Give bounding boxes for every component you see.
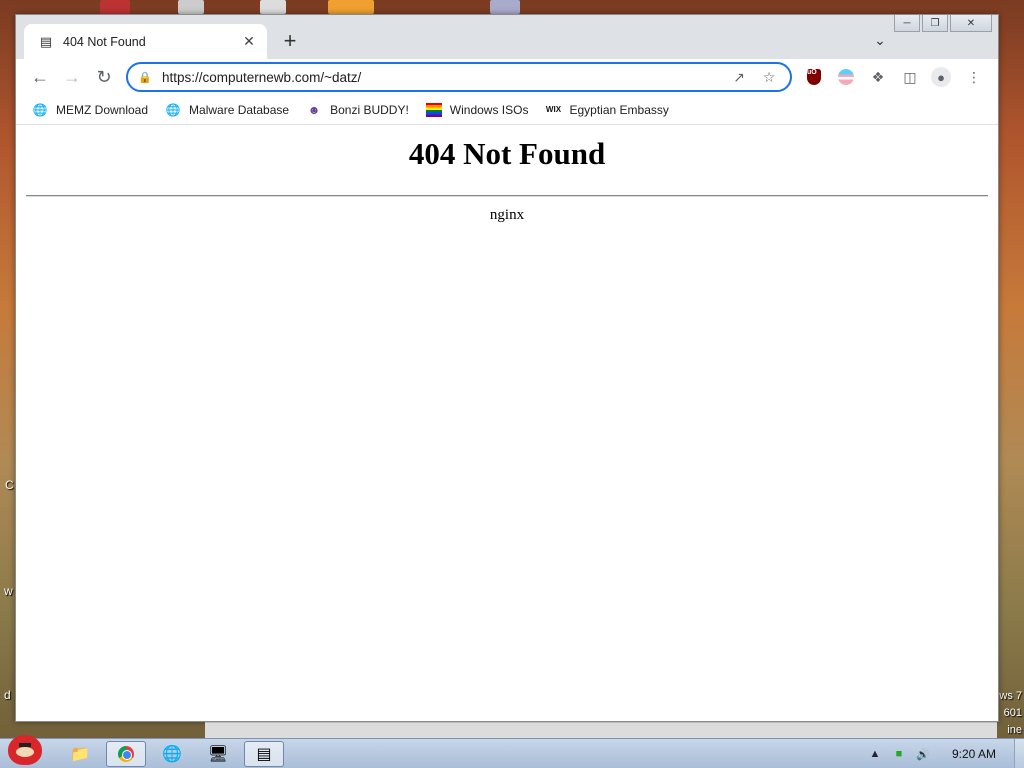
bookmark-label: Egyptian Embassy	[569, 102, 669, 117]
volume-icon[interactable]: 🔊	[914, 748, 932, 761]
url-text[interactable]: https://computernewb.com/~datz/	[162, 70, 720, 85]
clock[interactable]: 9:20 AM	[952, 747, 996, 761]
globe-icon: 🌐	[165, 102, 181, 117]
close-window-button[interactable]: ✕	[950, 15, 992, 32]
window-controls: ─ ❐ ✕	[894, 15, 992, 32]
reload-button[interactable]: ↻	[92, 65, 116, 89]
close-tab-icon[interactable]: ✕	[241, 33, 257, 50]
app-icon[interactable]: ▤	[244, 741, 284, 767]
watermark-line: ws 7	[999, 690, 1022, 702]
taskbar: 📁 🌐 🖥 ▤ ▲ ■ 🔊 9:20 AM	[0, 735, 1024, 768]
profile-icon[interactable]: ●	[931, 67, 951, 87]
desktop-label-fragment: d	[4, 688, 11, 702]
bookmark-label: MEMZ Download	[56, 102, 149, 117]
rainbow-flag-icon	[425, 102, 442, 118]
maximize-button[interactable]: ❐	[922, 15, 948, 32]
bookmark-label: Windows ISOs	[449, 102, 529, 117]
divider	[26, 195, 988, 197]
share-icon[interactable]: ↗	[728, 66, 750, 88]
system-tray: ▲ ■ 🔊 9:20 AM	[866, 739, 1024, 768]
globe-icon: 🌐	[32, 102, 48, 117]
wix-icon: WIX	[545, 105, 562, 114]
chrome-icon[interactable]	[106, 741, 146, 767]
ublock-origin-icon[interactable]: uO	[804, 67, 824, 87]
desktop-icon-fragment	[178, 0, 204, 14]
bookmark-malware-database[interactable]: 🌐 Malware Database	[165, 102, 290, 118]
explorer-icon[interactable]: 📁	[60, 741, 100, 767]
page-content: 404 Not Found nginx	[16, 126, 998, 721]
bookmark-windows-isos[interactable]: Windows ISOs	[425, 102, 529, 118]
desktop-icon-fragment	[260, 0, 286, 14]
browser-window: ▤ 404 Not Found ✕ + ⌄ ─ ❐ ✕ ← → ↻ 🔒 http…	[15, 14, 999, 722]
desktop-label-fragment: C	[5, 478, 14, 492]
tab-strip: ▤ 404 Not Found ✕ + ⌄ ─ ❐ ✕	[16, 15, 998, 59]
desktop-icon-fragment	[328, 0, 374, 14]
network-icon[interactable]: 🌐	[152, 741, 192, 767]
address-bar[interactable]: 🔒 https://computernewb.com/~datz/ ↗ ☆	[126, 62, 792, 92]
angry-bird-icon	[8, 735, 42, 765]
watermark-line: 601	[1003, 707, 1022, 719]
tab-title: 404 Not Found	[63, 34, 146, 49]
puzzle-icon[interactable]: ❖	[868, 67, 888, 87]
tab-404[interactable]: ▤ 404 Not Found ✕	[24, 24, 267, 59]
desktop-icon-fragment	[490, 0, 520, 14]
bonzi-icon: ☻	[307, 102, 321, 117]
bookmark-memz-download[interactable]: 🌐 MEMZ Download	[32, 102, 149, 118]
bookmark-star-icon[interactable]: ☆	[758, 66, 780, 88]
bookmark-label: Bonzi BUDDY!	[330, 102, 409, 117]
trans-flag-icon[interactable]	[836, 67, 856, 87]
show-desktop-button[interactable]	[1014, 739, 1024, 768]
desktop-label-fragment: w	[4, 584, 13, 598]
desktop-icon-fragment	[100, 0, 130, 14]
server-name: nginx	[489, 207, 525, 223]
bookmark-egyptian-embassy[interactable]: WIX Egyptian Embassy	[545, 102, 669, 118]
side-panel-icon[interactable]: ◫	[900, 67, 920, 87]
bookmarks-bar: 🌐 MEMZ Download 🌐 Malware Database ☻ Bon…	[16, 95, 998, 125]
lock-icon[interactable]: 🔒	[138, 71, 152, 84]
back-button[interactable]: ←	[28, 65, 52, 89]
tray-expand-icon[interactable]: ▲	[866, 748, 884, 760]
bookmark-bonzi-buddy[interactable]: ☻ Bonzi BUDDY!	[306, 102, 409, 118]
start-button[interactable]	[2, 731, 48, 768]
tab-search-chevron-icon[interactable]: ⌄	[870, 30, 890, 50]
toolbar: ← → ↻ 🔒 https://computernewb.com/~datz/ …	[16, 59, 998, 95]
desktop-watermark: ws 7 601 ine	[999, 688, 1022, 739]
forward-button[interactable]: →	[60, 65, 84, 89]
error-heading: 404 Not Found	[408, 136, 606, 171]
more-menu-icon[interactable]: ⋮	[964, 67, 984, 87]
new-tab-button[interactable]: +	[278, 28, 302, 53]
bookmark-label: Malware Database	[189, 102, 290, 117]
watermark-line: ine	[1007, 724, 1022, 736]
horizontal-scrollbar[interactable]	[205, 722, 997, 738]
favicon-icon: ▤	[39, 33, 53, 49]
minimize-button[interactable]: ─	[894, 15, 920, 32]
network-status-icon[interactable]: ■	[890, 748, 908, 760]
computer-icon[interactable]: 🖥	[198, 741, 238, 767]
